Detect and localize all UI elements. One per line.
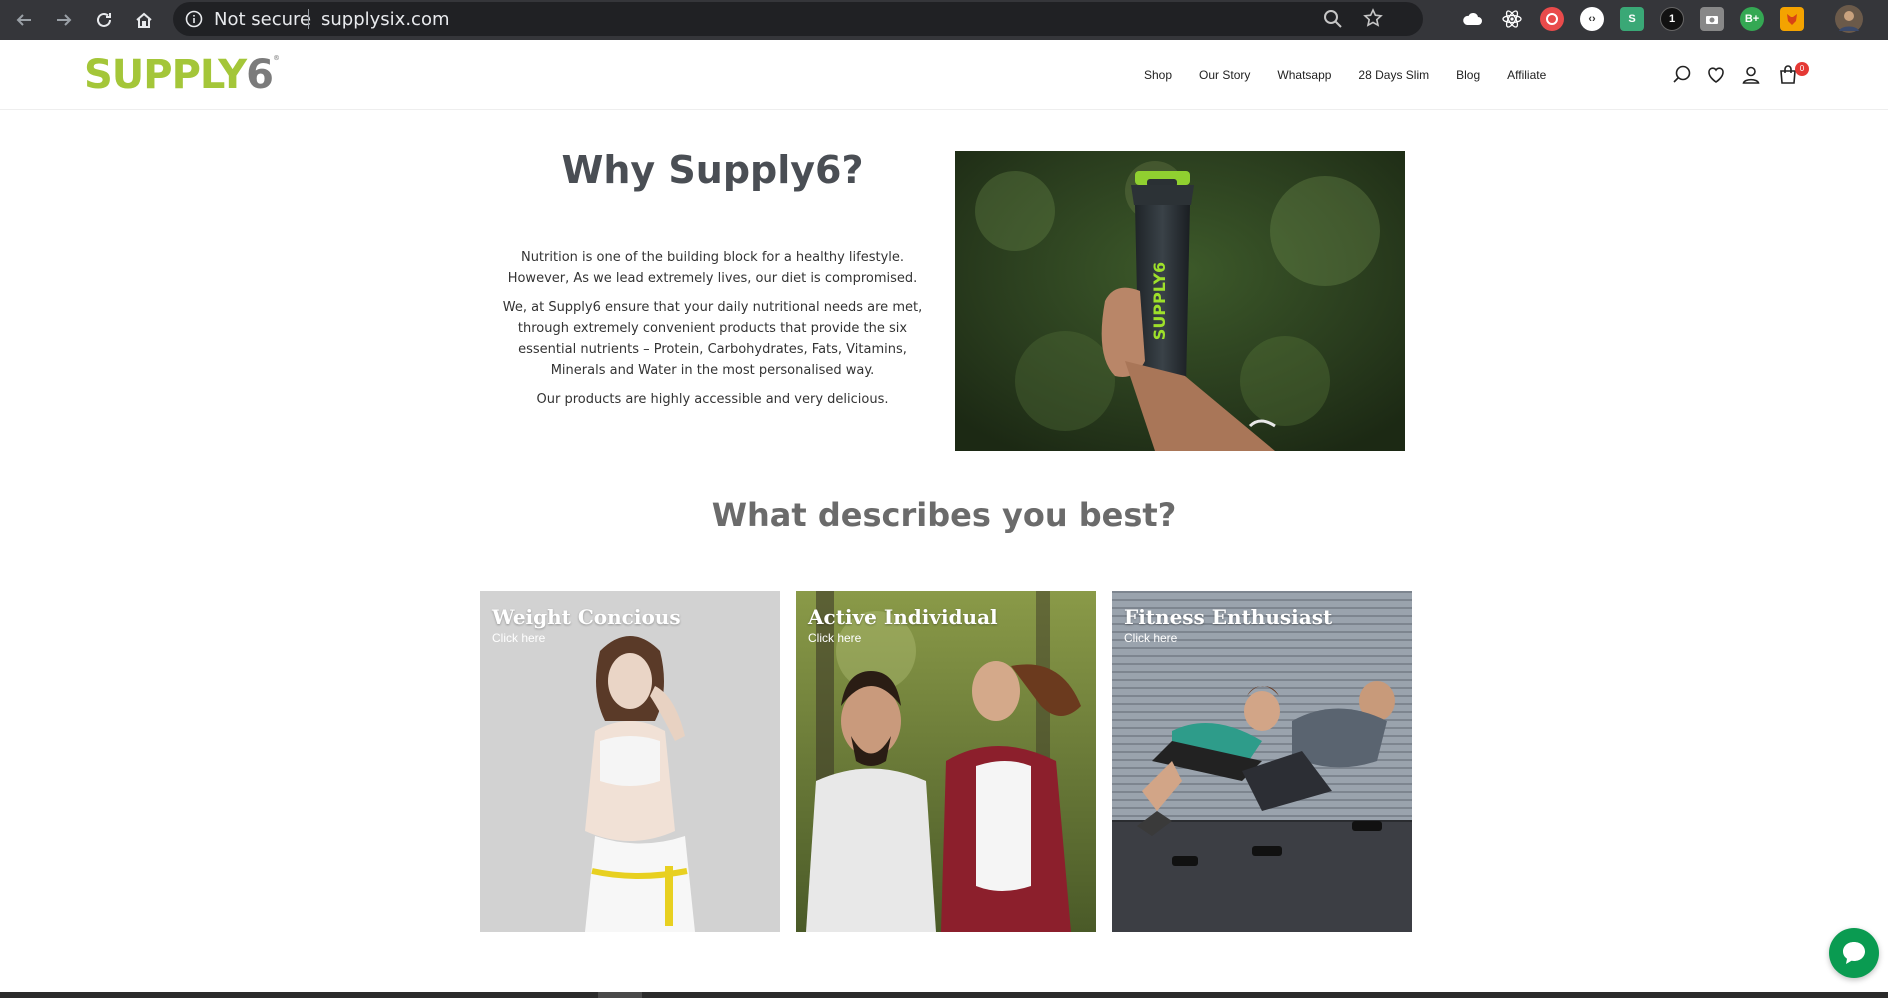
cloud-extension-icon[interactable] bbox=[1460, 7, 1484, 31]
card-title: Active Individual bbox=[808, 605, 998, 629]
react-extension-icon[interactable] bbox=[1500, 7, 1524, 31]
cart-count-badge: 0 bbox=[1795, 62, 1809, 76]
supply6-logo[interactable]: SUPPLY6® bbox=[84, 52, 280, 98]
card-click-here-link[interactable]: Click here bbox=[808, 631, 861, 645]
s-extension-icon[interactable]: S bbox=[1620, 7, 1644, 31]
why-description: Nutrition is one of the building block f… bbox=[490, 247, 935, 418]
fox-extension-icon[interactable] bbox=[1780, 7, 1804, 31]
forward-button[interactable] bbox=[48, 4, 80, 36]
card-click-here-link[interactable]: Click here bbox=[492, 631, 545, 645]
nav-affiliate[interactable]: Affiliate bbox=[1507, 68, 1546, 82]
card-fitness-enthusiast[interactable]: Fitness Enthusiast Click here bbox=[1112, 591, 1412, 932]
main-navigation: Shop Our Story Whatsapp 28 Days Slim Blo… bbox=[1144, 68, 1573, 82]
swirl-extension-icon[interactable] bbox=[1540, 7, 1564, 31]
address-bar[interactable]: Not secure supplysix.com bbox=[173, 2, 1423, 36]
nav-28-days-slim[interactable]: 28 Days Slim bbox=[1358, 68, 1429, 82]
browser-toolbar: Not secure supplysix.com ‹› S 1 B+ bbox=[0, 0, 1888, 40]
chat-bubble-icon bbox=[1843, 942, 1865, 964]
security-label: Not secure bbox=[214, 9, 312, 30]
why-paragraph-3: Our products are highly accessible and v… bbox=[536, 392, 889, 407]
home-button[interactable] bbox=[128, 4, 160, 36]
profile-avatar[interactable] bbox=[1835, 5, 1863, 33]
url-text[interactable]: supplysix.com bbox=[321, 9, 450, 30]
why-title: Why Supply6? bbox=[561, 148, 864, 192]
arrow-left-icon bbox=[16, 14, 31, 26]
card-title: Fitness Enthusiast bbox=[1124, 605, 1333, 629]
logo-text: SUPPLY bbox=[84, 52, 247, 98]
site-header: SUPPLY6® Shop Our Story Whatsapp 28 Days… bbox=[0, 40, 1888, 110]
zoom-icon[interactable] bbox=[1323, 9, 1343, 29]
password-extension-icon[interactable]: 1 bbox=[1660, 7, 1684, 31]
horizontal-scrollbar[interactable] bbox=[0, 992, 1888, 998]
chat-button[interactable] bbox=[1829, 928, 1879, 978]
why-paragraph-1: Nutrition is one of the building block f… bbox=[507, 250, 918, 286]
bookmark-star-icon[interactable] bbox=[1363, 8, 1383, 28]
nav-shop[interactable]: Shop bbox=[1144, 68, 1172, 82]
account-user-icon[interactable] bbox=[1740, 64, 1762, 86]
camera-extension-icon[interactable] bbox=[1700, 7, 1724, 31]
wishlist-heart-icon[interactable] bbox=[1705, 64, 1727, 86]
reload-icon bbox=[97, 12, 111, 27]
home-icon bbox=[136, 12, 152, 28]
nav-our-story[interactable]: Our Story bbox=[1199, 68, 1250, 82]
card-active-individual[interactable]: Active Individual Click here bbox=[796, 591, 1096, 932]
why-paragraph-2: We, at Supply6 ensure that your daily nu… bbox=[502, 300, 923, 378]
bottle-brand-text: SUPPLY6 bbox=[1150, 262, 1169, 340]
shaker-bottle-photo: SUPPLY6 bbox=[955, 151, 1405, 451]
info-icon[interactable] bbox=[185, 10, 203, 28]
search-icon[interactable] bbox=[1671, 64, 1693, 86]
back-button[interactable] bbox=[8, 4, 40, 36]
grade-extension-icon[interactable]: B+ bbox=[1740, 7, 1764, 31]
divider bbox=[308, 9, 309, 29]
card-weight-concious[interactable]: Weight Concious Click here bbox=[480, 591, 780, 932]
logo-reg-mark: ® bbox=[273, 54, 280, 62]
nav-blog[interactable]: Blog bbox=[1456, 68, 1480, 82]
scrollbar-thumb[interactable] bbox=[598, 992, 642, 998]
card-title: Weight Concious bbox=[492, 605, 681, 629]
arrow-right-icon bbox=[57, 14, 72, 26]
nav-whatsapp[interactable]: Whatsapp bbox=[1277, 68, 1331, 82]
logo-six: 6 bbox=[246, 52, 274, 98]
describe-title: What describes you best? bbox=[711, 496, 1177, 534]
card-click-here-link[interactable]: Click here bbox=[1124, 631, 1177, 645]
code-extension-icon[interactable]: ‹› bbox=[1580, 7, 1604, 31]
reload-button[interactable] bbox=[88, 4, 120, 36]
